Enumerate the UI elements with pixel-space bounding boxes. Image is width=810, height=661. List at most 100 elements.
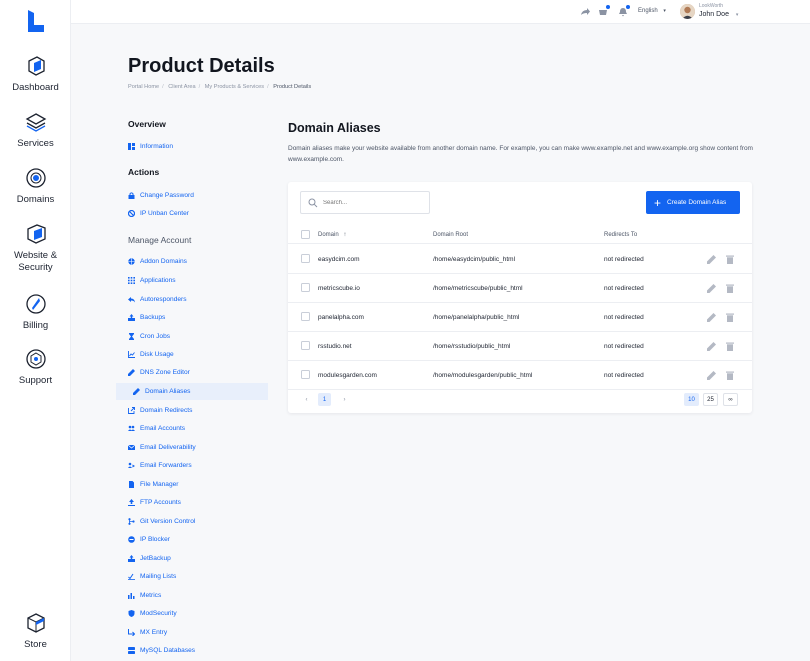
sidebar-item-mx-entry[interactable]: MX Entry (116, 624, 268, 641)
redirect-icon (128, 407, 135, 414)
sidebar-item-file-manager[interactable]: File Manager (116, 476, 268, 493)
rail-item-domains[interactable]: Domains (0, 167, 71, 206)
sidebar-item-metrics[interactable]: Metrics (116, 587, 268, 604)
sidebar-item-addon-domains[interactable]: Addon Domains (116, 253, 268, 270)
trash-icon[interactable] (726, 371, 734, 380)
rail-item-website-security[interactable]: Website & Security (0, 223, 71, 274)
user-menu[interactable]: John Doe ▾ (699, 11, 738, 18)
sidebar-item-applications[interactable]: Applications (116, 272, 268, 289)
sidebar-item-mysql-databases[interactable]: MySQL Databases (116, 642, 268, 659)
page-size-option[interactable]: 10 (684, 393, 699, 406)
user-avatar-icon (680, 4, 695, 19)
manage-account-heading: Manage Account (128, 235, 192, 245)
trash-icon[interactable] (726, 255, 734, 264)
sidebar-item-email-deliverability[interactable]: Email Deliverability (116, 439, 268, 456)
row-checkbox[interactable] (301, 254, 310, 263)
next-page-button[interactable]: › (338, 393, 351, 406)
sidebar-item-cron-jobs[interactable]: Cron Jobs (116, 328, 268, 345)
rail-item-dashboard[interactable]: Dashboard (0, 55, 71, 94)
sidebar-item-label: Email Forwarders (140, 462, 192, 469)
edit-pencil-icon[interactable] (707, 284, 716, 293)
search-box[interactable] (300, 191, 430, 214)
cell-redirects-to: not redirected (604, 372, 644, 379)
column-header-domain-root[interactable]: Domain Root (433, 232, 468, 238)
sidebar-item-mailing-lists[interactable]: Mailing Lists (116, 568, 268, 585)
table-row[interactable]: metricscube.io /home/metricscube/public_… (288, 274, 752, 303)
breadcrumb-link[interactable]: Client Area (168, 84, 195, 90)
sidebar-item-ip-unban-center[interactable]: IP Unban Center (116, 205, 268, 222)
sidebar-item-label: Mailing Lists (140, 573, 177, 580)
column-label: Domain (318, 232, 339, 238)
brand-logo-icon[interactable] (26, 10, 46, 34)
rail-item-store[interactable]: Store (0, 612, 71, 651)
backup-icon (128, 314, 135, 321)
sidebar-item-backups[interactable]: Backups (116, 309, 268, 326)
store-cube-icon (26, 613, 45, 633)
breadcrumb-link[interactable]: My Products & Services (205, 84, 264, 90)
trash-icon[interactable] (726, 284, 734, 293)
breadcrumb-link[interactable]: Portal Home (128, 84, 159, 90)
table-row[interactable]: easydcim.com /home/easydcim/public_html … (288, 245, 752, 274)
sidebar-item-information[interactable]: Information (116, 138, 268, 155)
mail-icon (128, 444, 135, 450)
create-button-label: Create Domain Alias (667, 199, 727, 206)
row-checkbox[interactable] (301, 312, 310, 321)
sidebar-item-change-password[interactable]: Change Password (116, 187, 268, 204)
rail-item-services[interactable]: Services (0, 111, 71, 150)
sidebar-item-label: MySQL Databases (140, 647, 196, 654)
avatar[interactable] (680, 4, 695, 19)
row-checkbox[interactable] (301, 370, 310, 379)
search-icon (308, 198, 318, 208)
rail-label: Support (18, 375, 53, 386)
share-icon[interactable] (580, 7, 590, 17)
edit-pencil-icon[interactable] (707, 342, 716, 351)
sidebar-item-label: DNS Zone Editor (140, 369, 190, 376)
sidebar-item-label: Git Version Control (140, 518, 196, 525)
sidebar-item-ip-blocker[interactable]: IP Blocker (116, 531, 268, 548)
database-icon (128, 647, 135, 654)
cell-domain-root: /home/modulesgarden/public_html (433, 372, 533, 379)
domain-aliases-table-card: + Create Domain Alias Domain ↑ Domain Ro… (288, 182, 752, 413)
row-checkbox[interactable] (301, 283, 310, 292)
sidebar-item-autoresponders[interactable]: Autoresponders (116, 291, 268, 308)
rail-label: Store (24, 639, 47, 650)
sidebar-item-label: File Manager (140, 481, 179, 488)
sidebar-item-label: Email Deliverability (140, 444, 196, 451)
billing-icon (25, 294, 46, 314)
create-domain-alias-button[interactable]: + Create Domain Alias (646, 191, 740, 214)
row-checkbox[interactable] (301, 341, 310, 350)
sidebar-item-email-accounts[interactable]: Email Accounts (116, 420, 268, 437)
column-header-domain[interactable]: Domain ↑ (318, 232, 346, 238)
page-size-option[interactable]: ∞ (723, 393, 738, 406)
edit-pencil-icon[interactable] (707, 371, 716, 380)
table-row[interactable]: modulesgarden.com /home/modulesgarden/pu… (288, 361, 752, 390)
sidebar-item-disk-usage[interactable]: Disk Usage (116, 346, 268, 363)
notification-badge (626, 5, 630, 9)
edit-pencil-icon[interactable] (707, 255, 716, 264)
sidebar-item-modsecurity[interactable]: ModSecurity (116, 605, 268, 622)
rail-item-support[interactable]: Support (0, 348, 71, 387)
rail-item-billing[interactable]: Billing (0, 293, 71, 332)
prev-page-button[interactable]: ‹ (300, 393, 313, 406)
table-row[interactable]: panelalpha.com /home/panelalpha/public_h… (288, 303, 752, 332)
apps-icon (128, 277, 135, 284)
breadcrumb: Portal Home / Client Area / My Products & … (128, 84, 312, 90)
sidebar-item-email-forwarders[interactable]: Email Forwarders (116, 457, 268, 474)
edit-pencil-icon[interactable] (707, 313, 716, 322)
sidebar-item-jetbackup[interactable]: JetBackup (116, 550, 268, 567)
page-size-option[interactable]: 25 (703, 393, 718, 406)
table-row[interactable]: rsstudio.net /home/rsstudio/public_html … (288, 332, 752, 361)
sidebar-item-domain-aliases[interactable]: Domain Aliases (116, 383, 268, 400)
cell-redirects-to: not redirected (604, 314, 644, 321)
sidebar-item-dns-zone-editor[interactable]: DNS Zone Editor (116, 364, 268, 381)
page-button-current[interactable]: 1 (318, 393, 331, 406)
sidebar-item-domain-redirects[interactable]: Domain Redirects (116, 402, 268, 419)
language-selector[interactable]: English ▾ (638, 8, 666, 14)
sidebar-item-git-version-control[interactable]: Git Version Control (116, 513, 268, 530)
trash-icon[interactable] (726, 313, 734, 322)
select-all-checkbox[interactable] (301, 230, 310, 239)
sidebar-item-ftp-accounts[interactable]: FTP Accounts (116, 494, 268, 511)
column-header-redirects-to[interactable]: Redirects To (604, 232, 637, 238)
trash-icon[interactable] (726, 342, 734, 351)
search-input[interactable] (323, 197, 423, 209)
